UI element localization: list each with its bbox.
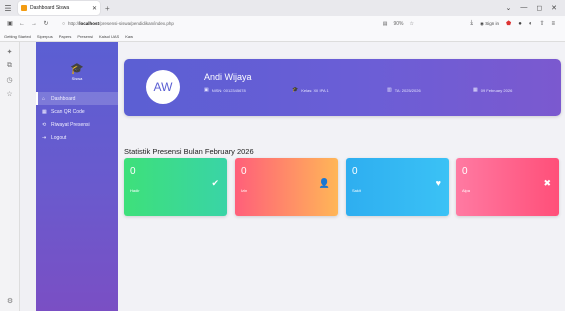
close-window-icon[interactable]: ✕	[551, 4, 557, 12]
screen: ☰ Dashboard Siswa ✕ + ⌄ — ◻ ✕ ▣ ← → ↻ ○ …	[0, 0, 565, 311]
bookmarks-panel-icon[interactable]: ☆	[0, 90, 19, 98]
ai-chat-icon[interactable]: ✦	[0, 48, 19, 56]
sidebar-menu: ⌂ Dashboard ▦ Scan QR Code ⟲ Riwayat Pre…	[36, 92, 118, 144]
brand-label: Siswa	[71, 76, 83, 81]
customize-sidebar-icon[interactable]: ⚙	[0, 297, 20, 305]
app-sidebar: 🎓 Siswa ⌂ Dashboard ▦ Scan QR Code ⟲ Riw…	[36, 42, 118, 311]
heart-icon: ♥	[435, 178, 441, 188]
page-info-icon[interactable]: ○	[62, 21, 65, 27]
url-prefix: http://	[68, 21, 80, 26]
kelas-text: Kelas: XII IPA 1	[301, 87, 329, 93]
bookmark-item[interactable]: Siperpus	[37, 34, 53, 39]
audio-icon[interactable]: ◐	[529, 21, 533, 27]
tab-list-icon[interactable]: ☰	[0, 4, 16, 13]
sidebar-item-label: Dashboard	[51, 95, 76, 102]
graduation-cap-icon: 🎓	[70, 63, 84, 75]
qr-icon: ▦	[42, 108, 47, 115]
sidebar-item-dashboard[interactable]: ⌂ Dashboard	[36, 92, 118, 105]
sidebar-toggle-icon[interactable]: ▣	[4, 20, 16, 27]
maximize-icon[interactable]: ◻	[536, 4, 542, 12]
history-panel-icon[interactable]: ◷	[0, 76, 19, 84]
check-circle-icon: ✔	[211, 178, 219, 188]
tab-favicon-icon	[21, 5, 27, 11]
sidebar-item-label: Riwayat Presensi	[51, 121, 90, 128]
tab-overflow-icon[interactable]: ⌄	[505, 4, 511, 12]
date-text: 09 February 2026	[480, 87, 513, 93]
building-icon: ▥	[387, 87, 392, 93]
back-icon[interactable]: ←	[16, 21, 28, 27]
zoom-level[interactable]: 90%	[394, 21, 404, 27]
browser-side-panel: ✦ ⧉ ◷ ☆ ⚙	[0, 42, 20, 311]
downloads-icon[interactable]: ⤓	[470, 20, 473, 27]
stat-label: Izin	[241, 188, 248, 193]
stat-value: 0	[352, 166, 358, 177]
user-icon: 👤	[318, 178, 330, 188]
id-card-icon: ▣	[204, 87, 209, 93]
window-controls: ⌄ — ◻ ✕	[505, 4, 565, 12]
nisn-info: ▣ NISN: 0012345678	[204, 87, 292, 93]
student-name: Andi Wijaya	[204, 72, 252, 82]
stat-label: Hadir	[130, 188, 140, 193]
browser-tabbar: ☰ Dashboard Siswa ✕ + ⌄ — ◻ ✕	[0, 0, 565, 16]
share-icon[interactable]: ⇧	[539, 20, 544, 27]
forward-icon[interactable]: →	[28, 21, 40, 27]
tabs-panel-icon[interactable]: ⧉	[0, 62, 19, 70]
stat-card-izin: 0 Izin 👤	[235, 158, 338, 216]
profile-meta: ▣ NISN: 0012345678 🎓 Kelas: XII IPA 1 ▥ …	[204, 87, 554, 93]
profile-card: AW Andi Wijaya ▣ NISN: 0012345678 🎓 Kela…	[124, 59, 561, 116]
extension-icon[interactable]: ●	[518, 21, 522, 27]
new-tab-icon[interactable]: +	[105, 4, 110, 13]
kelas-info: 🎓 Kelas: XII IPA 1	[292, 87, 387, 93]
graduation-cap-icon: 🎓	[292, 87, 299, 93]
sidebar-item-label: Scan QR Code	[51, 108, 85, 115]
stats-title: Statistik Presensi Bulan February 2026	[124, 147, 254, 156]
sign-in-button[interactable]: ◉ Sign in	[480, 21, 499, 27]
tahun-info: ▥ TA: 2025/2026	[387, 87, 473, 93]
stat-card-sakit: 0 Sakit ♥	[346, 158, 449, 216]
stat-card-alpa: 0 Alpa ✖	[456, 158, 559, 216]
bookmark-item[interactable]: Presensi	[77, 34, 93, 39]
shield-icon[interactable]: ⬟	[506, 20, 511, 27]
sidebar-item-label: Logout	[51, 134, 67, 141]
stat-label: Sakit	[352, 188, 361, 193]
bookmarks-bar: Getting Started Siperpus Papers Presensi…	[0, 31, 565, 42]
stat-value: 0	[241, 166, 247, 177]
url-path: /presensi-siswa/pendidikan/index.php	[99, 21, 174, 26]
home-icon: ⌂	[42, 95, 46, 102]
stat-value: 0	[130, 166, 136, 177]
logout-icon: ⇥	[42, 134, 47, 141]
browser-tab[interactable]: Dashboard Siswa ✕	[18, 1, 100, 15]
main-content: AW Andi Wijaya ▣ NISN: 0012345678 🎓 Kela…	[118, 42, 565, 311]
browser-navbar: ▣ ← → ↻ ○ http:// localhost /presensi-si…	[0, 16, 565, 31]
sidebar-item-scan-qr[interactable]: ▦ Scan QR Code	[36, 105, 118, 118]
stat-label: Alpa	[462, 188, 471, 193]
sidebar-item-riwayat[interactable]: ⟲ Riwayat Presensi	[36, 118, 118, 131]
sidebar-item-logout[interactable]: ⇥ Logout	[36, 131, 118, 144]
stat-card-hadir: 0 Hadir ✔	[124, 158, 227, 216]
bookmark-star-icon[interactable]: ☆	[410, 21, 414, 27]
close-circle-icon: ✖	[543, 178, 551, 188]
stat-value: 0	[462, 166, 468, 177]
sidebar-brand: 🎓 Siswa	[36, 62, 118, 81]
avatar: AW	[146, 70, 180, 104]
history-icon: ⟲	[42, 121, 47, 128]
calendar-icon: ▦	[473, 87, 478, 93]
tab-title: Dashboard Siswa	[30, 5, 70, 11]
nisn-text: NISN: 0012345678	[211, 87, 246, 93]
date-info: ▦ 09 February 2026	[473, 87, 512, 93]
reload-icon[interactable]: ↻	[40, 20, 52, 27]
bookmark-item[interactable]: Papers	[59, 34, 72, 39]
url-host: localhost	[79, 21, 100, 26]
bookmark-item[interactable]: Kaw	[125, 34, 133, 39]
tab-close-icon[interactable]: ✕	[92, 5, 97, 12]
tahun-text: TA: 2025/2026	[394, 87, 421, 93]
minimize-icon[interactable]: —	[520, 4, 527, 12]
reader-view-icon[interactable]: ▤	[383, 21, 388, 27]
bookmark-item[interactable]: Getting Started	[4, 34, 31, 39]
bookmark-item[interactable]: Kaisol UAS	[99, 34, 119, 39]
url-bar[interactable]: ○ http:// localhost /presensi-siswa/pend…	[58, 19, 418, 29]
browser-toolbar: ⤓ ◉ Sign in ⬟ ● ◐ ⇧ ≡	[470, 20, 561, 27]
menu-icon[interactable]: ≡	[551, 21, 555, 27]
